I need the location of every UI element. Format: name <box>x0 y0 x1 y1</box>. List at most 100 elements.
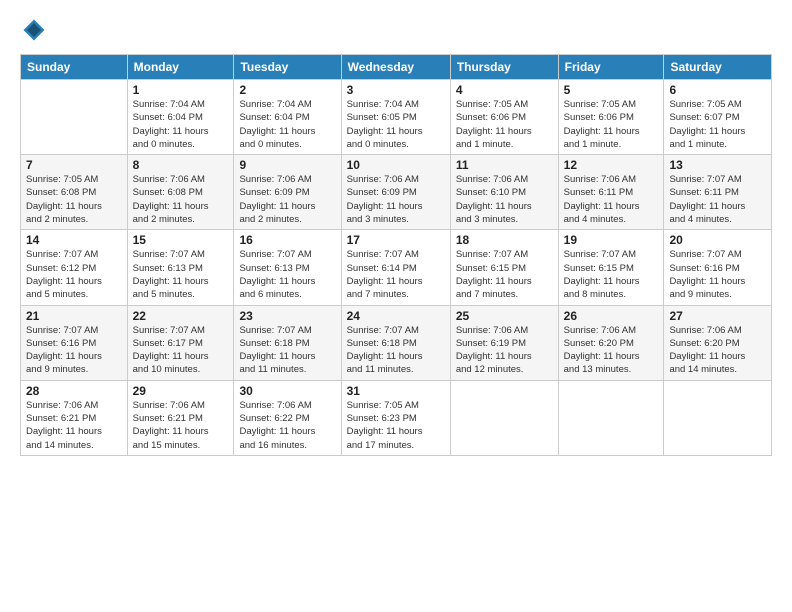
calendar-cell: 10Sunrise: 7:06 AMSunset: 6:09 PMDayligh… <box>341 155 450 230</box>
day-number: 12 <box>564 158 659 172</box>
calendar-cell: 12Sunrise: 7:06 AMSunset: 6:11 PMDayligh… <box>558 155 664 230</box>
day-info: Sunrise: 7:06 AMSunset: 6:08 PMDaylight:… <box>133 173 229 226</box>
calendar-cell: 9Sunrise: 7:06 AMSunset: 6:09 PMDaylight… <box>234 155 341 230</box>
day-number: 17 <box>347 233 445 247</box>
calendar-cell: 21Sunrise: 7:07 AMSunset: 6:16 PMDayligh… <box>21 305 128 380</box>
day-number: 19 <box>564 233 659 247</box>
calendar-week-row: 7Sunrise: 7:05 AMSunset: 6:08 PMDaylight… <box>21 155 772 230</box>
calendar-table: SundayMondayTuesdayWednesdayThursdayFrid… <box>20 54 772 456</box>
calendar-cell: 13Sunrise: 7:07 AMSunset: 6:11 PMDayligh… <box>664 155 772 230</box>
day-info: Sunrise: 7:07 AMSunset: 6:12 PMDaylight:… <box>26 248 122 301</box>
calendar-week-row: 1Sunrise: 7:04 AMSunset: 6:04 PMDaylight… <box>21 80 772 155</box>
calendar-cell: 17Sunrise: 7:07 AMSunset: 6:14 PMDayligh… <box>341 230 450 305</box>
day-number: 14 <box>26 233 122 247</box>
day-number: 29 <box>133 384 229 398</box>
calendar-cell: 27Sunrise: 7:06 AMSunset: 6:20 PMDayligh… <box>664 305 772 380</box>
day-info: Sunrise: 7:07 AMSunset: 6:18 PMDaylight:… <box>347 324 445 377</box>
day-number: 9 <box>239 158 335 172</box>
day-info: Sunrise: 7:06 AMSunset: 6:11 PMDaylight:… <box>564 173 659 226</box>
weekday-header: Tuesday <box>234 55 341 80</box>
calendar-cell: 3Sunrise: 7:04 AMSunset: 6:05 PMDaylight… <box>341 80 450 155</box>
calendar-cell <box>558 380 664 455</box>
day-number: 4 <box>456 83 553 97</box>
day-number: 18 <box>456 233 553 247</box>
calendar-cell: 19Sunrise: 7:07 AMSunset: 6:15 PMDayligh… <box>558 230 664 305</box>
day-number: 23 <box>239 309 335 323</box>
calendar-cell: 18Sunrise: 7:07 AMSunset: 6:15 PMDayligh… <box>450 230 558 305</box>
calendar-cell: 11Sunrise: 7:06 AMSunset: 6:10 PMDayligh… <box>450 155 558 230</box>
day-number: 30 <box>239 384 335 398</box>
day-info: Sunrise: 7:04 AMSunset: 6:05 PMDaylight:… <box>347 98 445 151</box>
calendar-week-row: 14Sunrise: 7:07 AMSunset: 6:12 PMDayligh… <box>21 230 772 305</box>
day-info: Sunrise: 7:05 AMSunset: 6:06 PMDaylight:… <box>564 98 659 151</box>
day-info: Sunrise: 7:05 AMSunset: 6:08 PMDaylight:… <box>26 173 122 226</box>
calendar-cell: 1Sunrise: 7:04 AMSunset: 6:04 PMDaylight… <box>127 80 234 155</box>
calendar-cell: 22Sunrise: 7:07 AMSunset: 6:17 PMDayligh… <box>127 305 234 380</box>
day-info: Sunrise: 7:07 AMSunset: 6:15 PMDaylight:… <box>564 248 659 301</box>
day-info: Sunrise: 7:06 AMSunset: 6:21 PMDaylight:… <box>133 399 229 452</box>
calendar-cell: 7Sunrise: 7:05 AMSunset: 6:08 PMDaylight… <box>21 155 128 230</box>
day-number: 15 <box>133 233 229 247</box>
day-number: 5 <box>564 83 659 97</box>
calendar-cell: 15Sunrise: 7:07 AMSunset: 6:13 PMDayligh… <box>127 230 234 305</box>
day-info: Sunrise: 7:04 AMSunset: 6:04 PMDaylight:… <box>133 98 229 151</box>
day-number: 7 <box>26 158 122 172</box>
day-number: 1 <box>133 83 229 97</box>
weekday-header: Monday <box>127 55 234 80</box>
day-number: 13 <box>669 158 766 172</box>
weekday-header: Wednesday <box>341 55 450 80</box>
day-number: 26 <box>564 309 659 323</box>
day-number: 3 <box>347 83 445 97</box>
day-info: Sunrise: 7:07 AMSunset: 6:13 PMDaylight:… <box>239 248 335 301</box>
day-number: 16 <box>239 233 335 247</box>
calendar-cell: 4Sunrise: 7:05 AMSunset: 6:06 PMDaylight… <box>450 80 558 155</box>
calendar-cell: 6Sunrise: 7:05 AMSunset: 6:07 PMDaylight… <box>664 80 772 155</box>
day-info: Sunrise: 7:07 AMSunset: 6:17 PMDaylight:… <box>133 324 229 377</box>
day-number: 27 <box>669 309 766 323</box>
day-number: 2 <box>239 83 335 97</box>
day-info: Sunrise: 7:06 AMSunset: 6:19 PMDaylight:… <box>456 324 553 377</box>
day-info: Sunrise: 7:07 AMSunset: 6:11 PMDaylight:… <box>669 173 766 226</box>
weekday-header: Sunday <box>21 55 128 80</box>
day-number: 22 <box>133 309 229 323</box>
day-info: Sunrise: 7:07 AMSunset: 6:14 PMDaylight:… <box>347 248 445 301</box>
day-number: 31 <box>347 384 445 398</box>
day-info: Sunrise: 7:07 AMSunset: 6:13 PMDaylight:… <box>133 248 229 301</box>
calendar-week-row: 28Sunrise: 7:06 AMSunset: 6:21 PMDayligh… <box>21 380 772 455</box>
day-info: Sunrise: 7:05 AMSunset: 6:06 PMDaylight:… <box>456 98 553 151</box>
day-info: Sunrise: 7:06 AMSunset: 6:09 PMDaylight:… <box>239 173 335 226</box>
logo-icon <box>20 16 48 44</box>
header <box>20 16 772 44</box>
day-info: Sunrise: 7:07 AMSunset: 6:16 PMDaylight:… <box>26 324 122 377</box>
logo <box>20 16 52 44</box>
day-info: Sunrise: 7:06 AMSunset: 6:20 PMDaylight:… <box>564 324 659 377</box>
calendar-header-row: SundayMondayTuesdayWednesdayThursdayFrid… <box>21 55 772 80</box>
day-number: 20 <box>669 233 766 247</box>
calendar-cell: 24Sunrise: 7:07 AMSunset: 6:18 PMDayligh… <box>341 305 450 380</box>
day-info: Sunrise: 7:05 AMSunset: 6:23 PMDaylight:… <box>347 399 445 452</box>
calendar-cell <box>21 80 128 155</box>
calendar-cell: 16Sunrise: 7:07 AMSunset: 6:13 PMDayligh… <box>234 230 341 305</box>
day-info: Sunrise: 7:06 AMSunset: 6:21 PMDaylight:… <box>26 399 122 452</box>
day-info: Sunrise: 7:07 AMSunset: 6:15 PMDaylight:… <box>456 248 553 301</box>
day-number: 11 <box>456 158 553 172</box>
day-number: 8 <box>133 158 229 172</box>
calendar-cell: 2Sunrise: 7:04 AMSunset: 6:04 PMDaylight… <box>234 80 341 155</box>
calendar-cell: 23Sunrise: 7:07 AMSunset: 6:18 PMDayligh… <box>234 305 341 380</box>
weekday-header: Thursday <box>450 55 558 80</box>
calendar-week-row: 21Sunrise: 7:07 AMSunset: 6:16 PMDayligh… <box>21 305 772 380</box>
day-info: Sunrise: 7:06 AMSunset: 6:20 PMDaylight:… <box>669 324 766 377</box>
calendar-cell: 30Sunrise: 7:06 AMSunset: 6:22 PMDayligh… <box>234 380 341 455</box>
day-number: 25 <box>456 309 553 323</box>
day-info: Sunrise: 7:07 AMSunset: 6:18 PMDaylight:… <box>239 324 335 377</box>
day-info: Sunrise: 7:04 AMSunset: 6:04 PMDaylight:… <box>239 98 335 151</box>
calendar-cell: 26Sunrise: 7:06 AMSunset: 6:20 PMDayligh… <box>558 305 664 380</box>
day-info: Sunrise: 7:05 AMSunset: 6:07 PMDaylight:… <box>669 98 766 151</box>
day-number: 24 <box>347 309 445 323</box>
day-info: Sunrise: 7:06 AMSunset: 6:10 PMDaylight:… <box>456 173 553 226</box>
weekday-header: Friday <box>558 55 664 80</box>
day-info: Sunrise: 7:07 AMSunset: 6:16 PMDaylight:… <box>669 248 766 301</box>
day-number: 21 <box>26 309 122 323</box>
weekday-header: Saturday <box>664 55 772 80</box>
calendar-cell: 25Sunrise: 7:06 AMSunset: 6:19 PMDayligh… <box>450 305 558 380</box>
